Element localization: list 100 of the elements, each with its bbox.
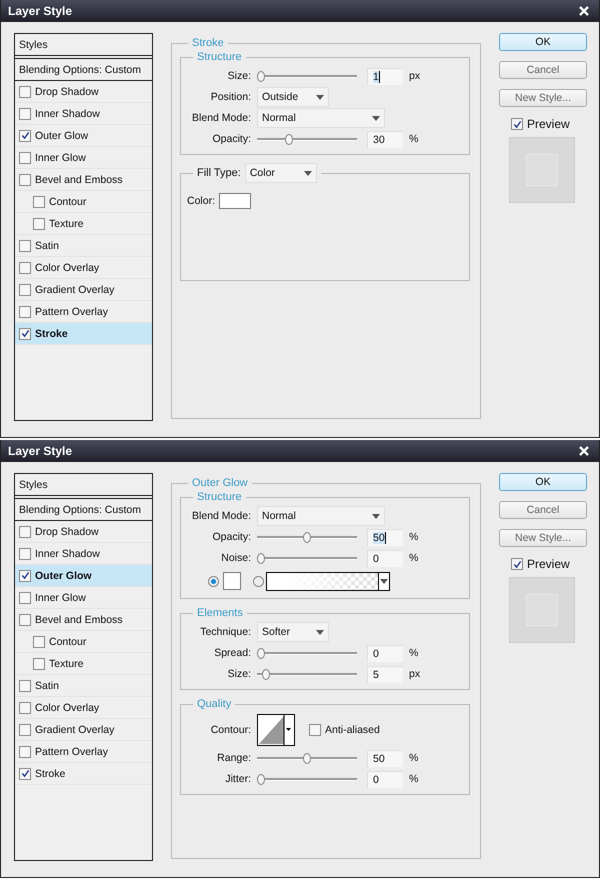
- checkbox[interactable]: [511, 558, 523, 570]
- checkbox[interactable]: [19, 768, 31, 780]
- checkbox[interactable]: [19, 548, 31, 560]
- checkbox[interactable]: [33, 658, 45, 670]
- slider-thumb[interactable]: [257, 70, 265, 82]
- checkbox[interactable]: [309, 724, 321, 736]
- value-field[interactable]: 1: [367, 68, 403, 84]
- unit-label: px: [409, 70, 420, 82]
- style-item[interactable]: Inner Glow: [15, 587, 152, 609]
- style-item[interactable]: Bevel and Emboss: [15, 169, 152, 191]
- style-item[interactable]: Pattern Overlay: [15, 741, 152, 763]
- checkbox[interactable]: [19, 592, 31, 604]
- checkbox[interactable]: [19, 526, 31, 538]
- gradient-picker[interactable]: [266, 572, 390, 590]
- checkbox[interactable]: [19, 702, 31, 714]
- style-item[interactable]: Inner Glow: [15, 147, 152, 169]
- dropdown[interactable]: Outside: [257, 87, 329, 107]
- style-item[interactable]: Outer Glow: [15, 125, 152, 147]
- slider-thumb[interactable]: [257, 648, 265, 658]
- style-item[interactable]: Drop Shadow: [15, 81, 152, 103]
- field-label: Opacity:: [211, 531, 252, 543]
- color-swatch[interactable]: [219, 193, 252, 209]
- value-field[interactable]: 0: [367, 550, 403, 566]
- list-item[interactable]: Blending Options: Custom: [15, 59, 152, 81]
- checkbox[interactable]: [19, 130, 31, 142]
- slider-thumb[interactable]: [303, 752, 311, 764]
- dropdown[interactable]: Color: [244, 163, 317, 183]
- value-field[interactable]: 0: [367, 770, 403, 788]
- style-item[interactable]: Color Overlay: [15, 697, 152, 719]
- preview-swatch: [509, 137, 575, 203]
- style-item[interactable]: Bevel and Emboss: [15, 609, 152, 631]
- caret-icon: [316, 630, 324, 634]
- dialog-button[interactable]: OK: [499, 33, 587, 51]
- dialog-button[interactable]: OK: [499, 473, 587, 491]
- window-title: Layer Style: [8, 4, 72, 18]
- group-title: Elements: [196, 607, 244, 619]
- style-item[interactable]: Color Overlay: [15, 257, 152, 279]
- checkbox[interactable]: [19, 262, 31, 274]
- slider-thumb[interactable]: [257, 552, 265, 564]
- checkbox[interactable]: [19, 570, 31, 582]
- field-label: Fill Type:: [197, 167, 241, 179]
- list-item[interactable]: Blending Options: Custom: [15, 499, 152, 521]
- checkbox[interactable]: [19, 614, 31, 626]
- value-field[interactable]: 0: [367, 644, 403, 662]
- dropdown[interactable]: Normal: [257, 108, 385, 128]
- color-swatch[interactable]: [223, 572, 241, 590]
- checkbox[interactable]: [19, 240, 31, 252]
- slider-thumb[interactable]: [257, 774, 265, 784]
- checkbox[interactable]: [511, 118, 523, 130]
- field-label: Range:: [216, 752, 252, 764]
- checkbox[interactable]: [33, 636, 45, 648]
- checkbox[interactable]: [19, 328, 31, 340]
- slider-thumb[interactable]: [303, 532, 311, 542]
- style-item[interactable]: Outer Glow: [15, 565, 152, 587]
- dialog-button[interactable]: New Style...: [499, 529, 587, 547]
- dropdown[interactable]: Softer: [257, 622, 329, 642]
- list-header[interactable]: Styles: [15, 34, 152, 59]
- style-item[interactable]: Satin: [15, 675, 152, 697]
- group-title: Structure: [196, 491, 243, 503]
- list-header[interactable]: Styles: [15, 474, 152, 499]
- field-label: Spread:: [213, 647, 252, 659]
- caret-icon: [380, 578, 388, 584]
- style-item[interactable]: Contour: [15, 631, 152, 653]
- field-label: Jitter:: [224, 773, 252, 785]
- style-item[interactable]: Satin: [15, 235, 152, 257]
- style-item[interactable]: Stroke: [15, 763, 152, 785]
- style-item[interactable]: Texture: [15, 213, 152, 235]
- checkbox[interactable]: [19, 86, 31, 98]
- checkbox[interactable]: [19, 724, 31, 736]
- style-item[interactable]: Gradient Overlay: [15, 719, 152, 741]
- checkbox[interactable]: [33, 196, 45, 208]
- style-item[interactable]: Drop Shadow: [15, 521, 152, 543]
- dialog-button[interactable]: Cancel: [499, 61, 587, 79]
- slider-thumb[interactable]: [262, 668, 270, 680]
- style-item[interactable]: Inner Shadow: [15, 103, 152, 125]
- dialog-button[interactable]: New Style...: [499, 89, 587, 107]
- section-title: Stroke: [191, 37, 225, 49]
- slider-thumb[interactable]: [284, 134, 293, 144]
- value-field[interactable]: 5: [367, 666, 403, 682]
- value-field[interactable]: 50: [367, 750, 403, 766]
- value-field[interactable]: 30: [367, 130, 403, 148]
- unit-label: %: [409, 752, 418, 764]
- checkbox[interactable]: [19, 284, 31, 296]
- contour-picker[interactable]: [257, 714, 295, 746]
- style-item[interactable]: Texture: [15, 653, 152, 675]
- checkbox[interactable]: [33, 218, 45, 230]
- radio-button[interactable]: [208, 576, 219, 586]
- checkbox[interactable]: [19, 174, 31, 186]
- checkbox[interactable]: [19, 152, 31, 164]
- checkbox[interactable]: [19, 746, 31, 758]
- value-field[interactable]: 50: [367, 528, 403, 546]
- checkbox[interactable]: [19, 108, 31, 120]
- style-item[interactable]: Contour: [15, 191, 152, 213]
- checkbox[interactable]: [19, 306, 31, 318]
- style-item[interactable]: Gradient Overlay: [15, 279, 152, 301]
- dialog-button[interactable]: Cancel: [499, 501, 587, 519]
- checkbox[interactable]: [19, 680, 31, 692]
- radio-button[interactable]: [253, 576, 264, 586]
- style-item[interactable]: Stroke: [15, 323, 152, 345]
- dropdown[interactable]: Normal: [257, 506, 385, 526]
